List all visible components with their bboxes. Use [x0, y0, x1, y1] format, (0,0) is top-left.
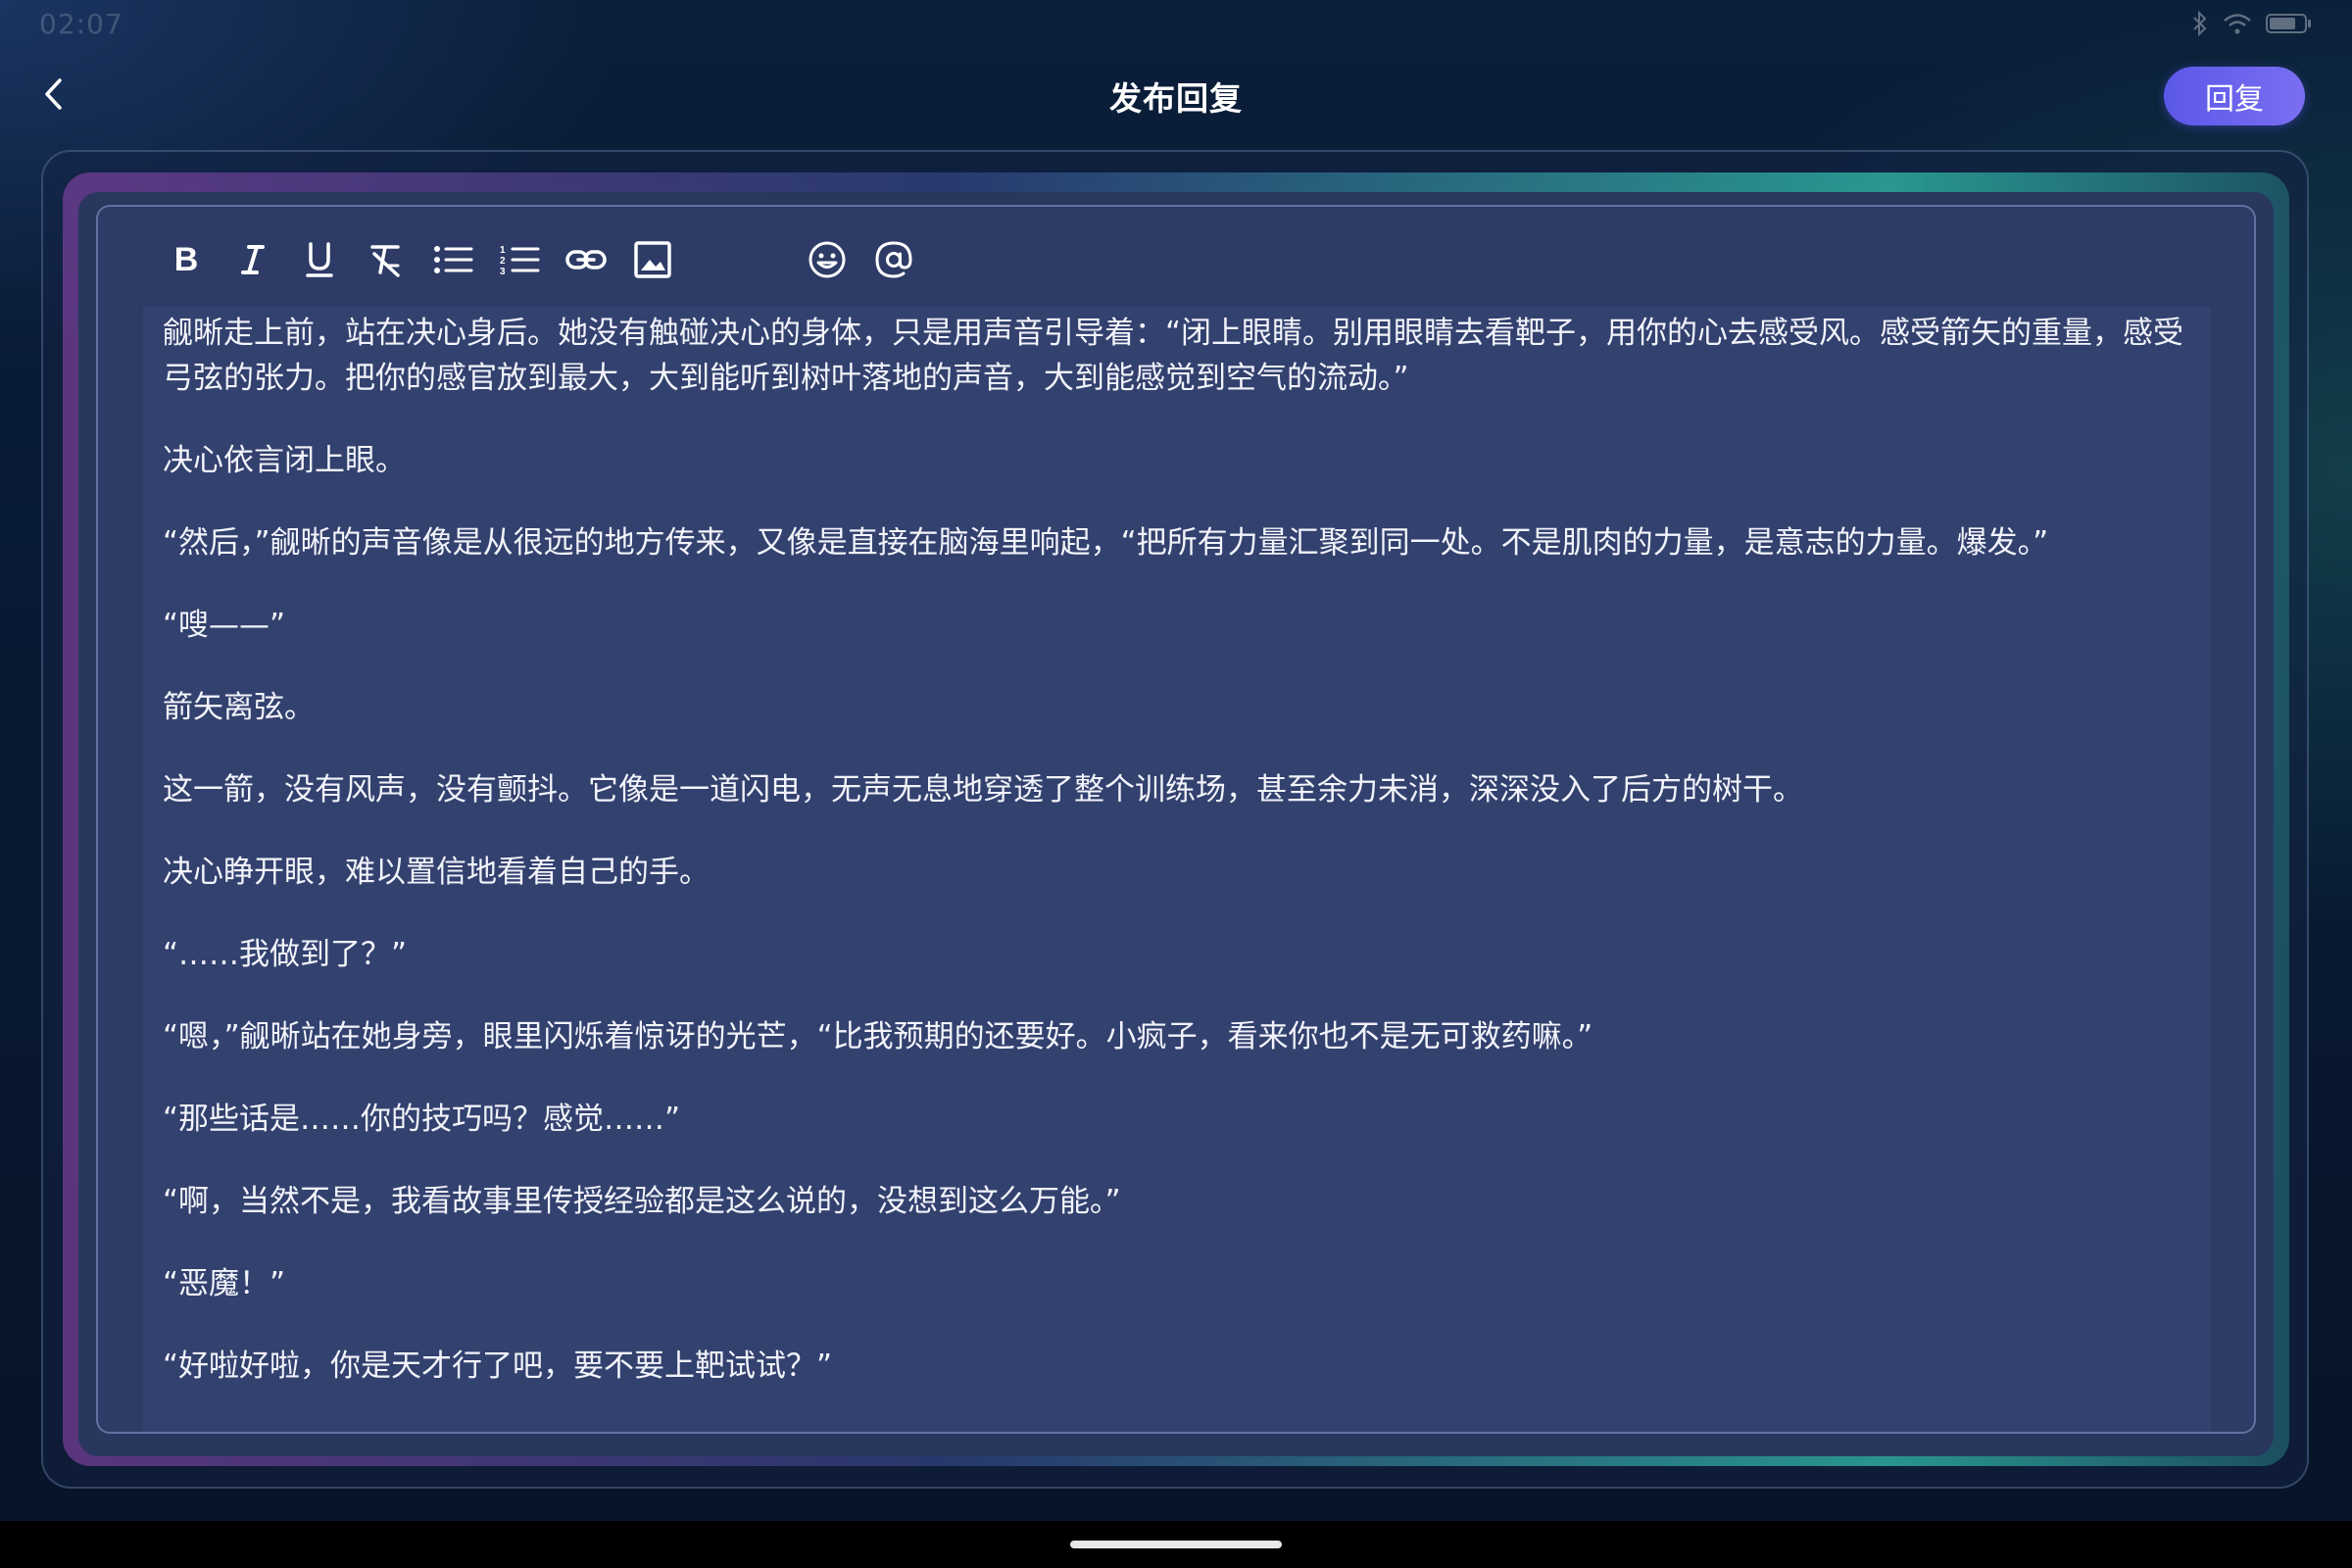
svg-text:3: 3 [500, 267, 506, 277]
bullet-list-button[interactable] [427, 234, 478, 285]
image-icon [633, 240, 672, 279]
editor-paragraph: 决心依言闭上眼。 [163, 443, 406, 478]
mention-icon [873, 239, 914, 280]
home-indicator[interactable] [1070, 1541, 1282, 1548]
editor-paragraph: “恶魔！” [163, 1266, 286, 1301]
editor-paragraph: “嗖——” [163, 608, 286, 643]
status-icons [2191, 10, 2313, 41]
editor-paragraph: 这一箭，没有风声，没有颤抖。它像是一道闪电，无声无息地穿透了整个训练场，甚至余力… [163, 772, 1803, 808]
editor-paragraph: “那些话是……你的技巧吗？感觉……” [163, 1102, 681, 1137]
navigation-bar [0, 1521, 2352, 1568]
editor-paragraph: “……我做到了？” [163, 937, 408, 972]
editor-paragraph: “啊，当然不是，我看故事里传授经验都是这么说的，没想到这么万能。” [163, 1184, 1121, 1219]
underline-button[interactable] [294, 234, 345, 285]
editor-content-area[interactable]: 觎晰走上前，站在决心身后。她没有触碰决心的身体，只是用声音引导着：“闭上眼睛。别… [143, 307, 2211, 1432]
bullet-list-icon [432, 240, 473, 279]
editor-paragraph: 箭矢离弦。 [163, 690, 315, 725]
link-button[interactable] [561, 234, 612, 285]
emoji-button[interactable] [802, 234, 853, 285]
editor-content: 觎晰走上前，站在决心身后。她没有触碰决心的身体，只是用声音引导着：“闭上眼睛。别… [163, 311, 2197, 1426]
screen: 02:07 发布回复 回复 B 1 2 3 觎晰走上前，站在决心身后。她没有触碰… [0, 0, 2352, 1568]
editor-paragraph: “然后，”觎晰的声音像是从很远的地方传来，又像是直接在脑海里响起，“把所有力量汇… [163, 525, 2049, 561]
mention-button[interactable] [868, 234, 919, 285]
image-button[interactable] [627, 234, 678, 285]
emoji-icon [807, 239, 848, 280]
status-time: 02:07 [39, 8, 123, 40]
editor-paragraph: “嗯，”觎晰站在她身旁，眼里闪烁着惊讶的光芒，“比我预期的还要好。小疯子，看来你… [163, 1019, 1593, 1054]
editor-toolbar: B 1 2 3 [161, 232, 935, 287]
italic-button[interactable] [227, 234, 278, 285]
bold-icon: B [169, 240, 204, 279]
italic-icon [235, 240, 270, 279]
clear-format-icon [367, 240, 406, 279]
underline-icon [302, 240, 337, 279]
svg-text:2: 2 [500, 256, 506, 267]
page-title: 发布回复 [1109, 79, 1243, 118]
editor-paragraph: 决心睁开眼，难以置信地看着自己的手。 [163, 855, 710, 890]
bluetooth-icon [2191, 10, 2209, 41]
svg-text:1: 1 [500, 245, 506, 256]
editor-paragraph: 觎晰走上前，站在决心身后。她没有触碰决心的身体，只是用声音引导着：“闭上眼睛。别… [163, 316, 2184, 396]
link-icon [564, 240, 608, 279]
svg-text:B: B [174, 241, 199, 278]
wifi-icon [2223, 12, 2252, 39]
reply-button[interactable]: 回复 [2164, 67, 2305, 125]
numbered-list-button[interactable]: 123 [494, 234, 545, 285]
clear-format-button[interactable] [361, 234, 412, 285]
editor-paragraph: “好啦好啦，你是天才行了吧，要不要上靶试试？” [163, 1348, 833, 1384]
numbered-list-icon: 123 [499, 240, 540, 279]
battery-icon [2266, 12, 2313, 39]
rich-text-editor: B 1 2 3 觎晰走上前，站在决心身后。她没有触碰决心的身体，只是用声音引导着… [96, 205, 2256, 1434]
bold-button[interactable]: B [161, 234, 212, 285]
